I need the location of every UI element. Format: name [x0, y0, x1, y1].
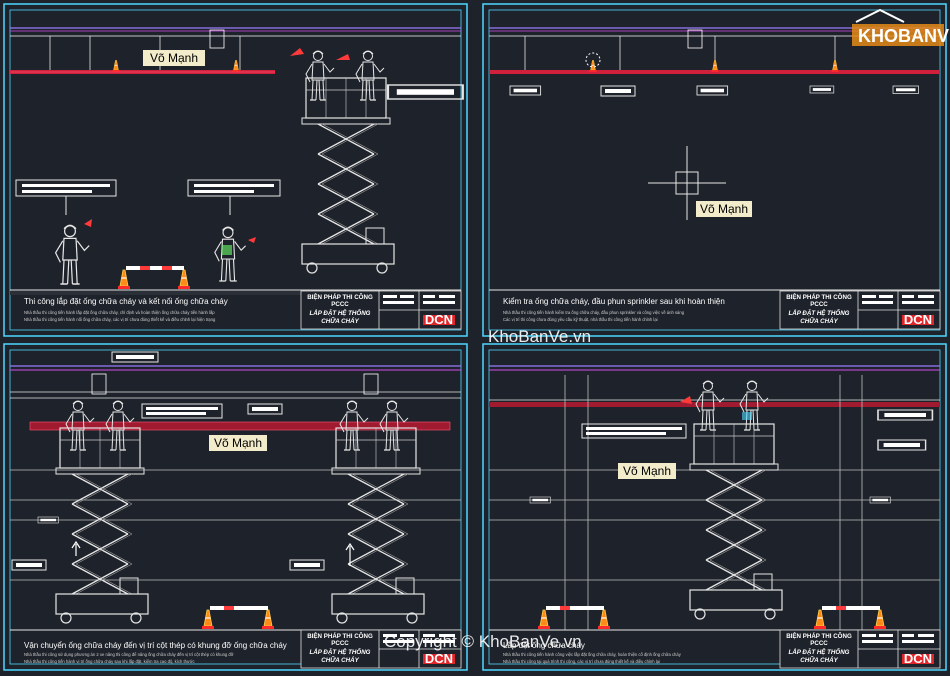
- note-1a: Nhà thầu thi công tiến hành lắp đặt ống …: [24, 310, 215, 315]
- svg-text:PCCC: PCCC: [810, 640, 828, 647]
- scissor-lift-1: [301, 77, 395, 274]
- panel-1: [3, 3, 468, 337]
- svg-text:BIỆN PHÁP THI CÔNG: BIỆN PHÁP THI CÔNG: [786, 632, 852, 640]
- svg-text:PCCC: PCCC: [331, 640, 349, 647]
- copyright-mark: Copyright © KhoBanVe.vn: [384, 632, 582, 651]
- svg-text:DCN: DCN: [904, 651, 932, 666]
- note-4b: Nhà thầu thi công tại quá trình thi công…: [503, 659, 660, 664]
- barrier-1: [117, 266, 191, 290]
- note-3b: Nhà thầu thi công tiến hành vị trí ống c…: [24, 659, 195, 664]
- scissor-lift-3a: [55, 427, 149, 624]
- note-4a: Nhà thầu thi công tiến hành công việc lắ…: [503, 652, 682, 657]
- svg-text:PCCC: PCCC: [331, 301, 349, 308]
- panel-2: [482, 3, 947, 337]
- svg-text:DCN: DCN: [425, 651, 453, 666]
- svg-text:DCN: DCN: [904, 312, 932, 327]
- scissor-lift-4: [689, 423, 783, 620]
- note-2a: Nhà thầu thi công tiến hành kiểm tra ống…: [503, 310, 685, 315]
- svg-text:LẮP ĐẶT HỆ THỐNG: LẮP ĐẶT HỆ THỐNG: [310, 648, 371, 656]
- svg-text:LẮP ĐẶT HỆ THỐNG: LẮP ĐẶT HỆ THỐNG: [310, 309, 371, 317]
- note-3a: Nhà thầu thi công sử dụng phương án 2 xe…: [24, 652, 234, 657]
- svg-text:LẮP ĐẶT HỆ THỐNG: LẮP ĐẶT HỆ THỐNG: [789, 648, 850, 656]
- svg-text:BIỆN PHÁP THI CÔNG: BIỆN PHÁP THI CÔNG: [307, 632, 373, 640]
- note-2b: Các vị trí thi công chưa đúng yêu cầu kỹ…: [503, 317, 658, 322]
- svg-text:DCN: DCN: [425, 312, 453, 327]
- svg-text:CHỮA CHÁY: CHỮA CHÁY: [321, 318, 359, 325]
- caption-2: Kiểm tra ống chữa cháy, đầu phun sprinkl…: [503, 297, 725, 306]
- svg-text:PCCC: PCCC: [810, 301, 828, 308]
- caption-3: Vận chuyển ống chữa cháy đến vị trí cột …: [24, 641, 287, 650]
- panel-3: [3, 343, 468, 671]
- name-watermark-2: Võ Mạnh: [700, 202, 748, 216]
- note-1b: Nhà thầu thi công tiến hành nối ống chữa…: [24, 317, 216, 322]
- site-mark: KhoBanVe.vn: [488, 327, 591, 346]
- worker-on-lift-1: [290, 48, 385, 101]
- site-logo-text: KHOBANVE: [858, 26, 950, 46]
- drawing-canvas: Võ Mạnh Võ Mạnh Võ Mạnh Võ Mạnh Thi công…: [3, 3, 950, 671]
- svg-text:CHỮA CHÁY: CHỮA CHÁY: [800, 318, 838, 325]
- panel-4: [482, 343, 947, 671]
- svg-text:BIỆN PHÁP THI CÔNG: BIỆN PHÁP THI CÔNG: [307, 293, 373, 301]
- name-watermark-3: Võ Mạnh: [214, 436, 262, 450]
- ground-workers: [54, 219, 256, 285]
- name-watermark-4: Võ Mạnh: [623, 464, 671, 478]
- svg-text:CHỮA CHÁY: CHỮA CHÁY: [800, 657, 838, 664]
- site-logo: KHOBANVE: [852, 8, 950, 46]
- svg-text:BIỆN PHÁP THI CÔNG: BIỆN PHÁP THI CÔNG: [786, 293, 852, 301]
- name-watermark-1: Võ Mạnh: [150, 51, 198, 65]
- svg-text:CHỮA CHÁY: CHỮA CHÁY: [321, 657, 359, 664]
- scissor-lift-3b: [331, 427, 425, 624]
- caption-1: Thi công lắp đặt ống chữa cháy và kết nố…: [24, 297, 228, 306]
- svg-text:LẮP ĐẶT HỆ THỐNG: LẮP ĐẶT HỆ THỐNG: [789, 309, 850, 317]
